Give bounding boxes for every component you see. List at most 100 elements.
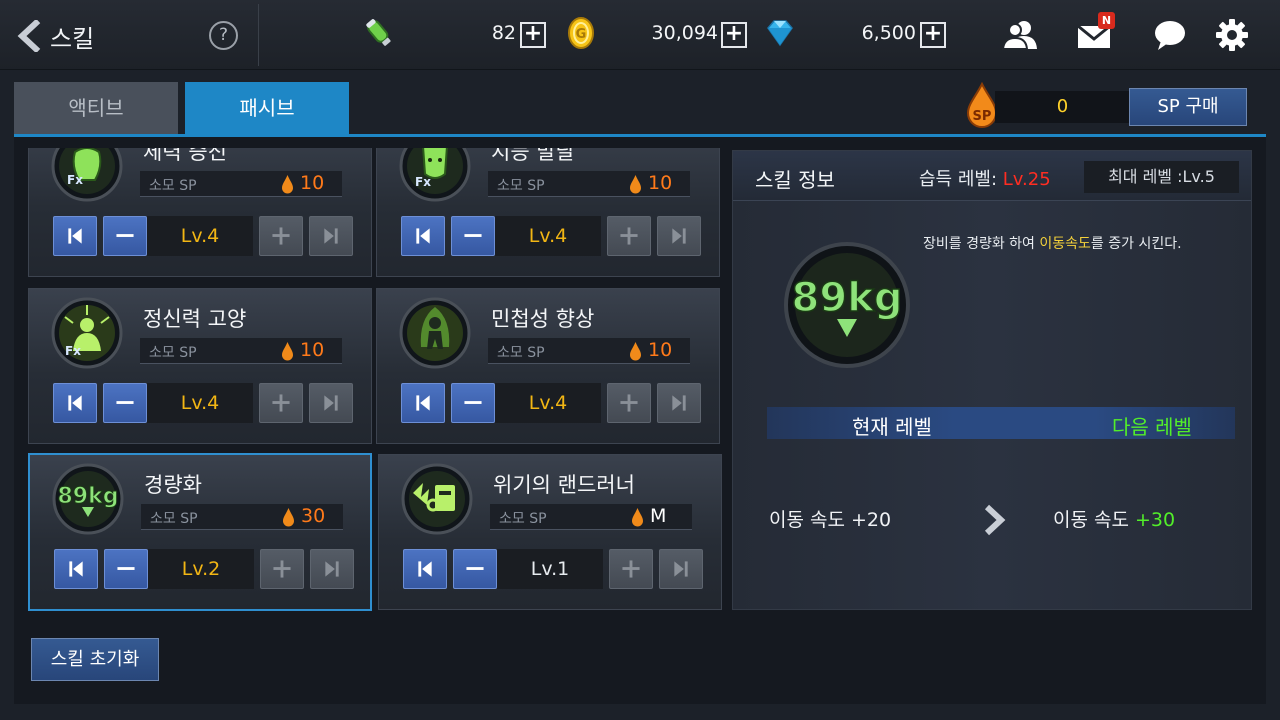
skip-forward-icon (324, 228, 338, 244)
skill-card-lightweight[interactable]: 89kg 경량화 소모 SP 30 Lv.2 (28, 453, 372, 611)
level-max-button[interactable] (310, 549, 354, 589)
skill-cost: 10 (648, 172, 673, 194)
add-energy-button[interactable]: + (520, 22, 546, 48)
weight-kg-skill-icon: 89kg (52, 463, 124, 535)
skill-card-spirit[interactable]: Fx 정신력 고양 소모 SP 10 Lv.4 (28, 288, 372, 444)
desc-text: 장비를 경량화 하여 (923, 236, 1040, 252)
back-button[interactable]: 스킬 (16, 18, 126, 54)
skill-cost-label: 소모 SP (150, 511, 198, 527)
level-up-button[interactable] (607, 383, 651, 423)
svg-text:SP: SP (973, 109, 992, 124)
skill-list[interactable]: Fx 체력 증진 소모 SP 10 Lv.4 Fx 지능 발달 소모 SP 10… (14, 148, 724, 614)
svg-text:Fx: Fx (65, 344, 81, 358)
chat-icon[interactable] (1152, 17, 1188, 53)
level-max-button[interactable] (309, 383, 353, 423)
next-level-label: 다음 레벨 (1112, 415, 1192, 439)
skip-forward-icon (672, 395, 686, 411)
skill-level: Lv.1 (497, 549, 603, 589)
svg-text:Fx: Fx (415, 175, 431, 189)
skill-card-crisis-landrunner[interactable]: 위기의 랜드러너 소모 SP M Lv.1 (378, 454, 722, 610)
level-max-button[interactable] (659, 549, 703, 589)
svg-text:89kg: 89kg (58, 484, 119, 509)
svg-text:89kg: 89kg (792, 275, 903, 321)
svg-text:G: G (576, 27, 587, 42)
level-min-button[interactable] (53, 383, 97, 423)
skill-level: Lv.4 (147, 383, 253, 423)
weight-kg-skill-icon-large: 89kg (784, 242, 910, 368)
current-stat: 이동 속도 +20 (769, 509, 892, 531)
skill-cost-row: 소모 SP 10 (488, 338, 690, 364)
acquire-level-value: Lv.25 (1002, 169, 1051, 190)
level-up-button[interactable] (260, 549, 304, 589)
level-max-button[interactable] (657, 383, 701, 423)
back-arrow-icon (17, 20, 41, 52)
skill-name: 체력 증진 (143, 148, 227, 164)
skill-cost-label: 소모 SP (499, 511, 547, 527)
skill-level: Lv.4 (147, 216, 253, 256)
plus-icon (620, 394, 638, 412)
settings-gear-icon[interactable] (1214, 17, 1250, 53)
sp-balance: 0 (995, 91, 1130, 123)
help-icon[interactable]: ? (209, 21, 238, 50)
flame-icon (632, 508, 643, 527)
skill-reset-button[interactable]: 스킬 초기화 (31, 638, 159, 681)
skill-cost: 10 (300, 339, 325, 361)
skill-name: 위기의 랜드러너 (493, 473, 635, 497)
skill-info-title: 스킬 정보 (755, 168, 835, 192)
level-up-button[interactable] (259, 216, 303, 256)
level-down-button[interactable] (451, 383, 495, 423)
minus-icon (464, 234, 482, 237)
chevron-right-icon (984, 504, 1006, 536)
level-min-button[interactable] (401, 216, 445, 256)
level-max-button[interactable] (657, 216, 701, 256)
level-down-button[interactable] (451, 216, 495, 256)
acquire-level-label: 습득 레벨: (919, 169, 998, 190)
gold-value: 30,094 (651, 22, 718, 44)
skill-name: 정신력 고양 (143, 307, 247, 331)
level-max-button[interactable] (309, 216, 353, 256)
tab-passive-skills[interactable]: 패시브 (185, 82, 349, 134)
add-gem-button[interactable]: + (920, 22, 946, 48)
flame-icon (282, 175, 293, 194)
muscle-skill-icon: Fx (51, 148, 123, 202)
skill-card-agility[interactable]: 민첩성 향상 소모 SP 10 Lv.4 (376, 288, 720, 444)
level-down-button[interactable] (103, 216, 147, 256)
skip-back-icon (416, 395, 430, 411)
level-up-button[interactable] (609, 549, 653, 589)
plus-icon (272, 394, 290, 412)
level-min-button[interactable] (53, 216, 97, 256)
skill-cost-label: 소모 SP (497, 345, 545, 361)
skill-cost-row: 소모 SP 10 (140, 338, 342, 364)
plus-icon (622, 560, 640, 578)
skill-cost-label: 소모 SP (149, 178, 197, 194)
level-min-button[interactable] (403, 549, 447, 589)
skill-level: Lv.4 (495, 383, 601, 423)
minus-icon (116, 401, 134, 404)
skill-card-stamina[interactable]: Fx 체력 증진 소모 SP 10 Lv.4 (28, 148, 372, 277)
level-controls: Lv.4 (53, 216, 353, 256)
level-min-button[interactable] (54, 549, 98, 589)
energy-value: 82 (491, 22, 516, 44)
skill-card-intellect[interactable]: Fx 지능 발달 소모 SP 10 Lv.4 (376, 148, 720, 277)
level-min-button[interactable] (401, 383, 445, 423)
skill-info-panel: 스킬 정보 습득 레벨: Lv.25 최대 레벨 :Lv.5 89kg 장비를 … (732, 150, 1252, 610)
tab-active-skills[interactable]: 액티브 (14, 82, 178, 134)
skill-name: 경량화 (144, 473, 202, 497)
desc-highlight: 이동속도 (1039, 236, 1091, 252)
sp-purchase-button[interactable]: SP 구매 (1129, 88, 1247, 126)
level-up-button[interactable] (259, 383, 303, 423)
skill-name: 민첩성 향상 (491, 307, 595, 331)
skip-back-icon (416, 228, 430, 244)
level-down-button[interactable] (103, 383, 147, 423)
level-down-button[interactable] (104, 549, 148, 589)
skip-forward-icon (325, 561, 339, 577)
svg-text:Fx: Fx (67, 173, 83, 187)
friends-icon[interactable] (1002, 17, 1038, 53)
minus-icon (117, 567, 135, 570)
level-up-button[interactable] (607, 216, 651, 256)
level-down-button[interactable] (453, 549, 497, 589)
add-gold-button[interactable]: + (721, 22, 747, 48)
level-controls: Lv.4 (53, 383, 353, 423)
skill-cost: 30 (301, 505, 326, 527)
skill-cost-label: 소모 SP (497, 178, 545, 194)
